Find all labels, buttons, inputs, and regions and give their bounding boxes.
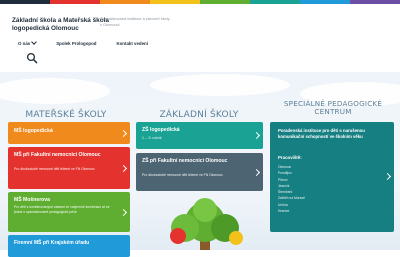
card-title: MŠ Mošnerova [14, 197, 50, 203]
chevron-right-icon [383, 172, 392, 181]
card-description: Pro dlouhodobě nemocné děti léčené ve FN… [142, 173, 223, 177]
spc-workplaces-label: Pracoviště: [278, 155, 302, 160]
nav-item-kontakt[interactable]: Kontakt vedení [116, 41, 147, 46]
spc-workplace-link[interactable]: Hranice [278, 208, 305, 214]
card-ms-logopedicka[interactable]: MŠ logopedická [8, 122, 130, 144]
card-zs-logopedicka[interactable]: ZŠ logopedická 1. – 9. ročník [136, 122, 263, 149]
card-title: MŠ logopedická [14, 128, 53, 134]
column-title-ms: Mateřské školy [25, 110, 107, 120]
nav-item-label: Kontakt vedení [116, 40, 148, 46]
card-title: ZŠ při Fakultní nemocnici Olomouc [142, 158, 228, 164]
card-spc[interactable]: Poradenská instituce pro děti s narušeno… [270, 122, 394, 232]
chevron-right-icon [119, 208, 128, 217]
school-name-link[interactable]: Základní škola a Mateřská škola logopedi… [12, 17, 112, 34]
cloud-decoration [0, 78, 110, 104]
chevron-right-icon [119, 129, 128, 138]
column-title-spc: Speciálně pedagogické centrum [283, 99, 383, 117]
nav-item-spolek[interactable]: Spolek Prologopod [56, 41, 96, 46]
cloud-decoration [150, 74, 290, 96]
spc-workplace-link[interactable]: Zábřeh na Moravě [278, 195, 305, 201]
nav-item-label: O nás [18, 40, 31, 46]
spc-workplaces-list: Olomouc Prostějov Přerov Jeseník Šternbe… [278, 164, 305, 214]
chevron-right-icon [252, 168, 261, 177]
card-description: Pro děti s kombinovanými vadami ve vzáje… [14, 205, 110, 214]
card-title: Firemní MŠ při Krajském úřadu [14, 240, 90, 246]
spc-description: Poradenská instituce pro děti s narušeno… [278, 128, 365, 139]
nav-item-o-nas[interactable]: O nás [18, 39, 38, 46]
card-title: ZŠ logopedická [142, 127, 180, 133]
card-title: MŠ při Fakultní nemocnici Olomouc [14, 152, 101, 158]
chevron-right-icon [119, 164, 128, 173]
site-header: Základní škola a Mateřská škola logopedi… [0, 4, 400, 72]
card-zs-fn-olomouc[interactable]: ZŠ při Fakultní nemocnici Olomouc Pro dl… [136, 153, 263, 191]
card-ms-fn-olomouc[interactable]: MŠ při Fakultní nemocnici Olomouc Pro dl… [8, 147, 130, 189]
tree-illustration [170, 198, 243, 250]
card-ms-mosnerova[interactable]: MŠ Mošnerova Pro děti s kombinovanými va… [8, 192, 130, 232]
chevron-right-icon [252, 131, 261, 140]
search-icon[interactable] [26, 52, 38, 64]
main-nav: O nás Spolek Prologopod Kontakt vedení [18, 36, 148, 50]
card-ms-firemni[interactable]: Firemní MŠ při Krajském úřadu [8, 235, 130, 257]
chevron-down-icon [31, 39, 38, 45]
card-description: 1. – 9. ročník [142, 136, 162, 140]
school-tagline: Specializovaná instituce a zároveň školy… [100, 16, 170, 27]
nav-item-label: Spolek Prologopod [56, 40, 97, 46]
column-title-zs: Základní školy [159, 110, 239, 120]
card-description: Pro dlouhodobě nemocné děti léčené ve FN… [14, 167, 95, 171]
